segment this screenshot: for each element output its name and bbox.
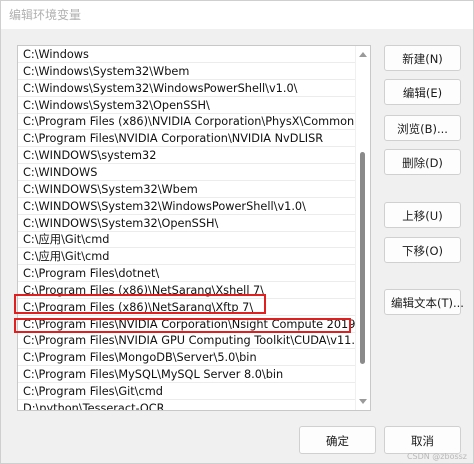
browse-button[interactable]: 浏览(B)... [384,115,461,141]
edit-text-button[interactable]: 编辑文本(T)... [384,289,464,315]
path-list-item[interactable]: C:\Program Files\MySQL\MySQL Server 8.0\… [18,367,356,384]
move-up-button[interactable]: 上移(U) [384,202,461,228]
path-list-item[interactable]: C:\应用\Git\cmd [18,232,356,249]
path-list[interactable]: C:\Windows C:\Windows\System32\Wbem C:\Win… [17,45,371,411]
path-list-item[interactable]: C:\Windows [18,47,356,63]
new-button[interactable]: 新建(N) [384,45,461,71]
edit-env-var-dialog: 编辑环境变量 C:\Windows C:\Windows\System32\Wbe… [0,0,474,464]
title-bar: 编辑环境变量 [1,1,473,29]
path-list-item[interactable]: C:\WINDOWS\System32\OpenSSH\ [18,216,356,232]
cancel-button[interactable]: 取消 [384,426,461,454]
path-list-item[interactable]: C:\Program Files (x86)\NVIDIA Corporatio… [18,114,356,131]
path-list-item[interactable]: C:\应用\Git\cmd [18,249,356,266]
path-list-item[interactable]: C:\Windows\System32\Wbem [18,64,356,80]
path-list-item[interactable]: C:\WINDOWS\system32 [18,148,356,165]
path-list-item[interactable]: C:\Windows\System32\OpenSSH\ [18,98,356,114]
path-list-item[interactable]: C:\Program Files (x86)\NetSarang\Xftp 7\ [18,300,356,316]
scroll-down-arrow-icon[interactable] [359,399,367,404]
path-list-item[interactable]: C:\WINDOWS\System32\WindowsPowerShell\v1… [18,199,356,215]
path-list-item[interactable]: C:\WINDOWS\System32\Wbem [18,182,356,198]
path-list-item[interactable]: C:\Program Files\MongoDB\Server\5.0\bin [18,350,356,367]
edit-button[interactable]: 编辑(E) [384,79,461,105]
path-list-item[interactable]: C:\Program Files\NVIDIA GPU Computing To… [18,333,356,350]
scrollbar-thumb[interactable] [360,152,365,364]
path-list-item[interactable]: C:\Windows\System32\WindowsPowerShell\v1… [18,81,356,97]
dialog-title: 编辑环境变量 [9,8,82,22]
path-list-item[interactable]: C:\Program Files\NVIDIA Corporation\NVID… [18,131,356,148]
path-list-item[interactable]: D:\python\Tesseract-OCR [18,401,356,410]
path-list-item[interactable]: C:\WINDOWS [18,165,356,181]
scroll-up-arrow-icon[interactable] [359,52,367,57]
path-list-item[interactable]: C:\Program Files\dotnet\ [18,266,356,283]
ok-button[interactable]: 确定 [299,426,376,454]
path-list-item[interactable]: C:\Program Files (x86)\NetSarang\Xshell … [18,283,356,299]
path-list-item[interactable]: C:\Program Files\NVIDIA Corporation\Nsig… [18,317,356,333]
path-list-item[interactable]: C:\Program Files\Git\cmd [18,384,356,400]
move-down-button[interactable]: 下移(O) [384,237,461,263]
watermark: CSDN @zbossz [406,452,467,461]
delete-button[interactable]: 删除(D) [384,149,461,175]
vertical-scrollbar[interactable] [355,46,370,410]
